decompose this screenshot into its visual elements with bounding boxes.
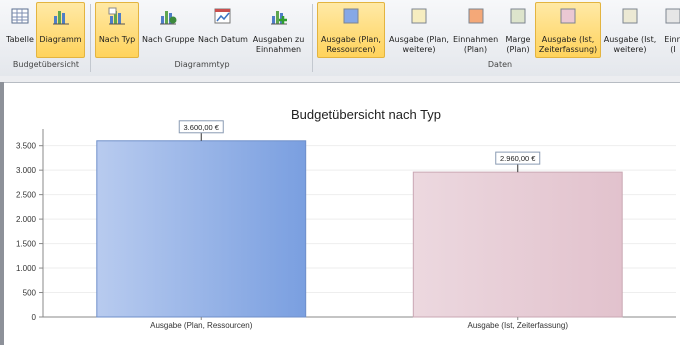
bar-1 <box>412 171 623 318</box>
data-label: 2.960,00 € <box>500 154 536 163</box>
ribbon-button-2-5[interactable]: Ausgabe (Ist, weitere) <box>602 2 658 58</box>
ribbon-button-2-1[interactable]: Ausgabe (Plan, weitere) <box>386 2 452 58</box>
green-swatch-icon <box>509 7 527 25</box>
y-tick-label: 3.000 <box>16 166 37 175</box>
y-tick-label: 2.000 <box>16 215 37 224</box>
ribbon-button-label: Nach Gruppe <box>142 35 195 44</box>
ribbon-button-2-4[interactable]: Ausgabe (Ist, Zeiterfassung) <box>535 2 601 58</box>
ribbon-group-separator <box>312 4 313 72</box>
ribbon-button-label: Nach Typ <box>98 35 136 44</box>
y-tick-label: 3.500 <box>16 142 37 151</box>
ribbon-group-separator <box>90 4 91 72</box>
chart-icon <box>52 7 70 25</box>
ribbon-button-label: Ausgabe (Ist, weitere) <box>603 35 657 54</box>
ribbon-button-0-1[interactable]: Diagramm <box>36 2 85 58</box>
ribbon-button-label: Diagramm <box>39 35 82 44</box>
ribbon-group-label: Diagrammtyp <box>174 60 230 69</box>
data-label: 3.600,00 € <box>184 123 220 132</box>
ribbon-button-label: Ausgabe (Plan, weitere) <box>389 35 449 54</box>
ribbon-button-label: Tabelle <box>6 35 34 44</box>
orange-swatch-icon <box>467 7 485 25</box>
ribbon-button-label: Einnahmen (Plan) <box>453 35 499 54</box>
y-tick-label: 2.500 <box>16 191 37 200</box>
y-tick-label: 0 <box>32 313 37 322</box>
ribbon-button-label: Ausgabe (Plan, Ressourcen) <box>321 35 381 54</box>
ribbon-button-label: Marge (Plan) <box>505 35 531 54</box>
ribbon-button-label: Einn (I <box>664 35 680 54</box>
chart-add-icon <box>270 7 288 25</box>
yellow-swatch-icon <box>410 7 428 25</box>
table-icon <box>11 7 29 25</box>
budget-chart: Budgetübersicht nach Typ 0 500 1.000 1.500 2… <box>16 107 676 330</box>
bar-0 <box>96 140 307 318</box>
ribbon-group-label: Daten <box>487 60 513 69</box>
ribbon-button-2-6[interactable]: Einn (I <box>658 2 680 58</box>
beige-swatch-icon <box>621 7 639 25</box>
ribbon-button-label: Ausgabe (Ist, Zeiterfassung) <box>538 35 598 54</box>
ribbon-button-1-2[interactable]: Nach Datum <box>197 2 248 58</box>
chart-by-group-icon <box>159 7 177 25</box>
y-tick-label: 1.500 <box>16 240 37 249</box>
x-tick-label: Ausgabe (Plan, Ressourcen) <box>150 321 253 330</box>
ribbon-button-2-2[interactable]: Einnahmen (Plan) <box>452 2 499 58</box>
y-tick-label: 500 <box>23 289 37 298</box>
ribbon-button-1-3[interactable]: Ausgaben zu Einnahmen <box>250 2 307 58</box>
y-tick-label: 1.000 <box>16 264 37 273</box>
ribbon-button-2-3[interactable]: Marge (Plan) <box>502 2 534 58</box>
ribbon-button-1-0[interactable]: Nach Typ <box>95 2 139 58</box>
ribbon-button-1-1[interactable]: Nach Gruppe <box>141 2 195 58</box>
chart-title: Budgetübersicht nach Typ <box>291 107 441 122</box>
ribbon-button-label: Ausgaben zu Einnahmen <box>252 35 305 54</box>
calendar-chart-icon <box>214 7 232 25</box>
swatch-icon <box>664 7 680 25</box>
chart-by-type-icon <box>108 7 126 25</box>
ribbon-button-2-0[interactable]: Ausgabe (Plan, Ressourcen) <box>317 2 385 58</box>
chart-panel-header <box>0 76 680 83</box>
ribbon-button-label: Nach Datum <box>198 35 248 44</box>
blue-swatch-icon <box>342 7 360 25</box>
ribbon: Tabelle Diagramm Budgetübersicht Nach Typ Na… <box>0 0 680 77</box>
ribbon-group-label: Budgetübersicht <box>12 60 80 69</box>
x-tick-label: Ausgabe (Ist, Zeiterfassung) <box>468 321 569 330</box>
ribbon-button-0-0[interactable]: Tabelle <box>3 2 37 58</box>
pink-swatch-icon <box>559 7 577 25</box>
